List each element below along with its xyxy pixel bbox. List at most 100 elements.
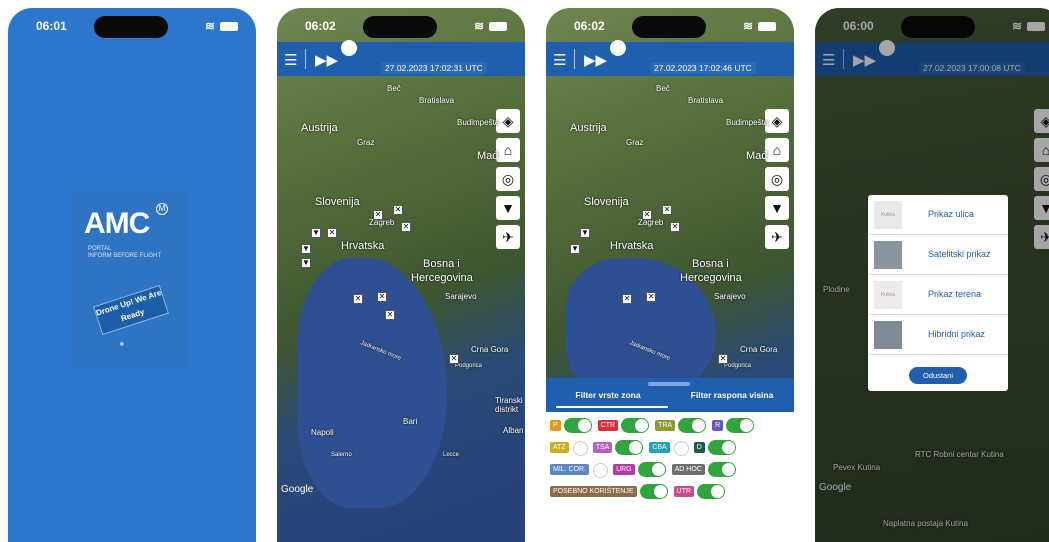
notch (632, 16, 706, 38)
map-label: Bosna i (692, 258, 729, 270)
menu-icon[interactable]: ☰ (284, 51, 297, 69)
zone-marker[interactable]: ✕ (401, 222, 411, 232)
filter-row: ATZ TSA CBA D (550, 440, 742, 456)
map-label: Austrija (301, 122, 338, 134)
zone-marker[interactable]: ✕ (646, 292, 656, 302)
toggle-utr[interactable] (696, 484, 725, 499)
zone-marker[interactable]: ▼ (301, 258, 311, 268)
filter-button[interactable]: ▼ (496, 196, 520, 220)
map-label: Bratislava (688, 96, 724, 105)
filter-screen: 06:02 ≋ ☰ ▶▶ 27.02.2023 17:02:46 UTC ◈ ⌂… (546, 8, 794, 542)
portal-label: PORTAL (88, 246, 112, 252)
toggle-tsa[interactable] (615, 440, 644, 455)
layers-button[interactable]: ◈ (765, 109, 789, 133)
chip-tsa: TSA (592, 442, 613, 453)
time-slider[interactable] (341, 40, 357, 56)
chip-atz: ATZ (550, 442, 569, 453)
fast-forward-icon[interactable]: ▶▶ (584, 51, 607, 69)
google-logo: Google (281, 484, 314, 495)
locate-button[interactable]: ◎ (765, 167, 789, 191)
zone-marker[interactable]: ✕ (327, 228, 337, 238)
zone-marker[interactable]: ✕ (373, 210, 383, 220)
app-bar: ☰ ▶▶ 27.02.2023 17:02:46 UTC (546, 40, 794, 76)
map-label: Slovenija (315, 196, 360, 208)
toggle-atz[interactable] (572, 440, 588, 456)
splash-screen: 06:01 ≋ AMC M PORTAL INFORM BEFORE FLIGH… (8, 8, 256, 542)
fast-forward-icon[interactable]: ▶▶ (315, 51, 338, 69)
zone-marker[interactable]: ▼ (311, 228, 321, 238)
menu-icon[interactable]: ☰ (553, 51, 566, 69)
toggle-tra[interactable] (678, 418, 707, 433)
chip-tra: TRA (655, 420, 676, 431)
map-label: Lecce (443, 452, 460, 458)
map-label: Tiranski distrikt (495, 396, 523, 414)
zone-marker[interactable]: ▼ (570, 244, 580, 254)
locate-button[interactable]: ◎ (496, 167, 520, 191)
status-time: 06:01 (36, 19, 67, 33)
satellite-icon: ✈ (502, 229, 514, 245)
chip-cba: CBA (649, 442, 670, 453)
zone-marker[interactable]: ✕ (385, 310, 395, 320)
home-button[interactable]: ⌂ (496, 138, 520, 162)
notch (94, 16, 168, 38)
option-label: Hibridni prikaz (928, 329, 986, 339)
toggle-posebno[interactable] (639, 484, 668, 499)
map-label: Mađ (746, 150, 768, 162)
drag-handle[interactable] (648, 382, 690, 386)
toggle-d[interactable] (707, 440, 736, 455)
map-label: Hercegovina (411, 272, 473, 284)
option-hybrid[interactable]: Hibridni prikaz (868, 315, 1008, 355)
option-label: Satelitski prikaz (928, 249, 991, 259)
toggle-ctr[interactable] (621, 418, 650, 433)
map-view[interactable] (277, 8, 525, 542)
toggle-mil-cor[interactable] (592, 462, 609, 478)
toggle-r[interactable] (726, 418, 755, 433)
filter-button[interactable]: ▼ (765, 196, 789, 220)
option-satellite[interactable]: Satelitski prikaz (868, 235, 1008, 275)
zone-marker[interactable]: ▼ (301, 244, 311, 254)
toggle-cba[interactable] (673, 440, 689, 456)
zone-marker[interactable]: ✕ (353, 294, 363, 304)
option-street[interactable]: Kutina Prikaz ulica (868, 195, 1008, 235)
map-label: Podgorica (455, 363, 483, 369)
zone-marker[interactable]: ✕ (642, 210, 652, 220)
zone-marker[interactable]: ✕ (449, 354, 459, 364)
status-bar: 06:01 ≋ (8, 8, 256, 42)
divider (305, 49, 306, 69)
layers-button[interactable]: ◈ (496, 109, 520, 133)
map-label: Sarajevo (445, 292, 477, 301)
map-label: Podgorica (724, 363, 752, 369)
zone-marker[interactable]: ✕ (377, 292, 387, 302)
filter-icon: ▼ (501, 200, 515, 216)
cancel-button[interactable]: Odustani (909, 367, 967, 384)
zone-marker[interactable]: ✕ (393, 205, 403, 215)
zone-marker[interactable]: ✕ (622, 294, 632, 304)
satellite-button[interactable]: ✈ (496, 225, 520, 249)
chip-utr: UTR (673, 486, 694, 497)
status-icons: ≋ (474, 19, 507, 33)
map-label: Bratislava (419, 96, 455, 105)
notch (363, 16, 437, 38)
chip-p: P (550, 420, 561, 431)
toggle-urg[interactable] (637, 462, 666, 477)
street-thumbnail: Kutina (874, 201, 902, 229)
map-label: Graz (357, 138, 375, 147)
home-icon: ⌂ (772, 142, 782, 158)
option-terrain[interactable]: Kutina Prikaz terena (868, 275, 1008, 315)
battery-icon (489, 21, 507, 31)
option-label: Prikaz terena (928, 289, 982, 299)
time-slider[interactable] (610, 40, 626, 56)
map-label: Budimpešta (457, 118, 500, 127)
zone-marker[interactable]: ✕ (670, 222, 680, 232)
map-label: Napoli (311, 428, 334, 437)
satellite-button[interactable]: ✈ (765, 225, 789, 249)
home-button[interactable]: ⌂ (765, 138, 789, 162)
zone-marker[interactable]: ✕ (718, 354, 728, 364)
tagline: INFORM BEFORE FLIGHT (88, 253, 162, 259)
toggle-p[interactable] (563, 418, 592, 433)
zone-marker[interactable]: ▼ (580, 228, 590, 238)
chip-urg: URG (613, 464, 635, 475)
zone-marker[interactable]: ✕ (662, 205, 672, 215)
toggle-ad-hoc[interactable] (707, 462, 736, 477)
chip-r: R (712, 420, 724, 431)
